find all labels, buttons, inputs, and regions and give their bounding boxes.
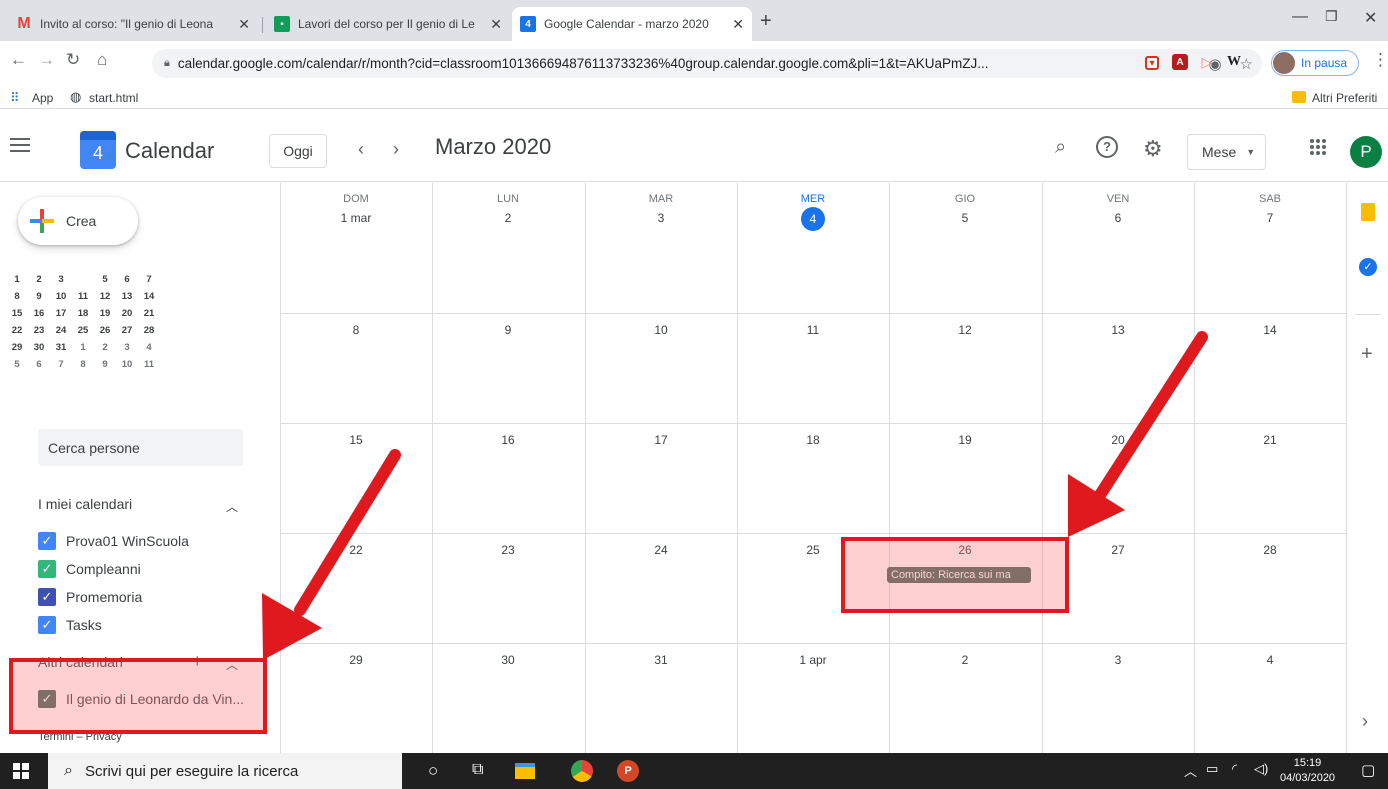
volume-icon[interactable]: ◁) [1254,761,1268,781]
arrow-head-right [1068,474,1125,537]
notifications-icon[interactable]: ▢ [1361,761,1375,781]
task-view-icon[interactable]: ⧉ [472,761,483,781]
tray-expand-icon[interactable]: ︿ [1184,761,1197,781]
cortana-icon[interactable]: ○ [428,761,438,781]
windows-start-icon[interactable] [13,763,29,779]
wifi-icon[interactable]: ◜ [1232,761,1237,781]
taskbar-search-box[interactable]: ⌕ Scrivi qui per eseguire la ricerca [48,753,402,789]
file-explorer-icon[interactable] [515,763,535,779]
search-icon: ⌕ [64,762,73,779]
clock-time: 15:19 [1293,757,1322,769]
arrow-shaft-left [294,449,401,616]
powerpoint-icon[interactable]: P [617,760,639,782]
chrome-icon[interactable] [571,760,593,782]
windows-taskbar: ⌕ Scrivi qui per eseguire la ricerca ○ ⧉… [0,753,1388,789]
annotation-arrows [262,331,1208,660]
taskbar-search-placeholder: Scrivi qui per eseguire la ricerca [84,762,299,780]
system-clock[interactable]: 15:19 04/03/2020 [1280,756,1335,786]
clock-date: 04/03/2020 [1280,772,1336,784]
arrow-shaft-right [1094,331,1208,501]
battery-icon[interactable]: ▭ [1206,761,1218,781]
arrow-head-left [262,593,322,660]
